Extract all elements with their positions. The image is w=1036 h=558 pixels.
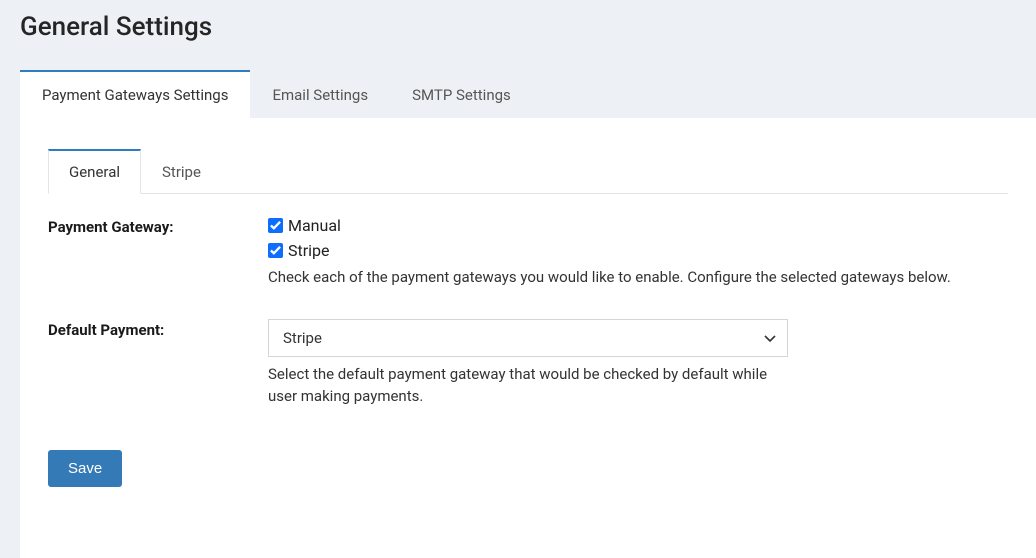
stripe-checkbox[interactable] bbox=[268, 243, 283, 258]
manual-checkbox-label: Manual bbox=[288, 216, 341, 235]
default-payment-field: Stripe Select the default payment gatewa… bbox=[268, 319, 1008, 408]
default-payment-label: Default Payment: bbox=[48, 319, 268, 339]
payment-gateway-help: Check each of the payment gateways you w… bbox=[268, 266, 988, 289]
main-tabs: Payment Gateways Settings Email Settings… bbox=[20, 70, 1036, 118]
save-button[interactable]: Save bbox=[48, 450, 122, 487]
default-payment-help: Select the default payment gateway that … bbox=[268, 363, 788, 408]
tab-email-settings[interactable]: Email Settings bbox=[250, 70, 390, 118]
page-title: General Settings bbox=[0, 0, 1036, 70]
tab-payment-gateways-settings[interactable]: Payment Gateways Settings bbox=[20, 70, 250, 118]
check-icon bbox=[270, 245, 281, 256]
manual-checkbox[interactable] bbox=[268, 218, 283, 233]
check-icon bbox=[270, 220, 281, 231]
settings-panel: General Stripe Payment Gateway: Manual S… bbox=[20, 118, 1036, 558]
stripe-checkbox-label: Stripe bbox=[288, 241, 330, 260]
tab-smtp-settings[interactable]: SMTP Settings bbox=[390, 70, 533, 118]
default-payment-select[interactable]: Stripe bbox=[268, 319, 788, 357]
gateway-option-manual: Manual bbox=[268, 216, 1008, 235]
sub-tabs: General Stripe bbox=[48, 148, 1008, 194]
payment-gateway-row: Payment Gateway: Manual Stripe Check eac… bbox=[48, 216, 1008, 289]
payment-gateway-label: Payment Gateway: bbox=[48, 216, 268, 236]
subtab-general[interactable]: General bbox=[48, 149, 141, 194]
gateway-option-stripe: Stripe bbox=[268, 241, 1008, 260]
default-payment-row: Default Payment: Stripe Select the defau… bbox=[48, 319, 1008, 408]
payment-gateway-field: Manual Stripe Check each of the payment … bbox=[268, 216, 1008, 289]
subtab-stripe[interactable]: Stripe bbox=[141, 149, 222, 194]
default-payment-select-wrap: Stripe bbox=[268, 319, 788, 357]
